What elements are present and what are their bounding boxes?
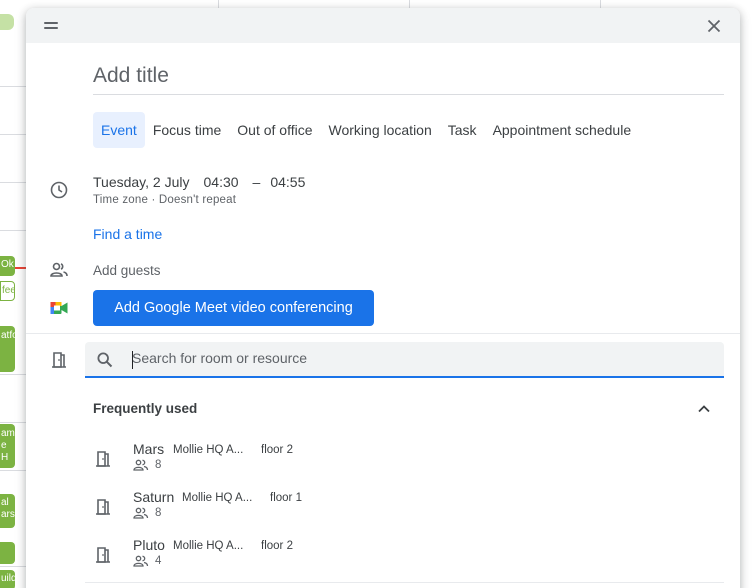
room-building: Mollie HQ A...: [173, 540, 244, 552]
divider: [26, 333, 740, 334]
tab-out-of-office[interactable]: Out of office: [229, 112, 320, 148]
room-item-saturn[interactable]: Saturn Mollie HQ A... floor 1 8: [85, 487, 724, 533]
people-icon: [133, 555, 149, 567]
room-floor: floor 1: [270, 492, 302, 504]
tab-event[interactable]: Event: [93, 112, 145, 148]
calendar-event[interactable]: atfo: [0, 326, 15, 372]
room-door-icon: [96, 451, 110, 467]
calendar-event[interactable]: am e H: [0, 424, 15, 468]
add-guests-input[interactable]: Add guests: [93, 263, 161, 278]
room-capacity: 4: [133, 555, 161, 567]
google-meet-icon: [50, 302, 68, 314]
date-time-row: Tuesday, 2 July 04:30–04:55: [93, 174, 319, 190]
frequently-used-heading: Frequently used: [93, 401, 198, 416]
grid-line: [0, 134, 26, 135]
tab-working-location[interactable]: Working location: [321, 112, 440, 148]
calendar-event[interactable]: Ok: [0, 256, 15, 276]
search-icon: [97, 352, 113, 368]
room-floor: floor 2: [261, 540, 293, 552]
room-item-mars[interactable]: Mars Mollie HQ A... floor 2 8: [85, 439, 724, 485]
room-building: Mollie HQ A...: [173, 444, 244, 456]
clock-icon: [50, 181, 68, 199]
calendar-event[interactable]: fee: [0, 281, 15, 301]
add-google-meet-button[interactable]: Add Google Meet video conferencing: [93, 290, 374, 326]
room-name: Saturn: [133, 489, 175, 505]
repeat-dropdown[interactable]: Doesn't repeat: [159, 194, 236, 206]
timezone-link[interactable]: Time zone: [93, 194, 148, 206]
calendar-event[interactable]: [0, 14, 14, 30]
find-a-time-link[interactable]: Find a time: [93, 226, 162, 242]
event-dialog: Event Focus time Out of office Working l…: [26, 8, 740, 588]
room-door-icon: [96, 499, 110, 515]
people-icon: [133, 459, 149, 471]
close-button[interactable]: [702, 14, 726, 38]
chevron-up-icon[interactable]: [694, 399, 714, 419]
grid-line: [0, 86, 26, 87]
time-separator: –: [252, 174, 261, 190]
grid-line: [0, 374, 26, 375]
divider: [85, 582, 724, 583]
event-type-tabs: Event Focus time Out of office Working l…: [93, 112, 639, 148]
room-building: Mollie HQ A...: [182, 492, 253, 504]
people-icon: [133, 507, 149, 519]
start-time[interactable]: 04:30: [204, 174, 239, 190]
grid-line: [0, 182, 26, 183]
room-item-pluto[interactable]: Pluto Mollie HQ A... floor 2 4: [85, 535, 724, 581]
calendar-event[interactable]: uild: [0, 570, 15, 588]
tab-focus-time[interactable]: Focus time: [145, 112, 229, 148]
room-name: Pluto: [133, 537, 165, 553]
separator-dot: ·: [151, 194, 156, 206]
capacity-count: 8: [155, 459, 162, 471]
calendar-event[interactable]: [0, 542, 15, 564]
room-door-icon: [52, 352, 66, 368]
capacity-count: 8: [155, 507, 162, 519]
calendar-event[interactable]: al ars: [0, 494, 15, 528]
people-icon: [50, 262, 68, 277]
capacity-count: 4: [155, 555, 162, 567]
grid-line: [0, 422, 26, 423]
room-search-input[interactable]: [132, 350, 692, 366]
end-time[interactable]: 04:55: [270, 174, 305, 190]
room-floor: floor 2: [261, 444, 293, 456]
room-search-field[interactable]: [85, 342, 724, 378]
drag-handle-icon[interactable]: [44, 22, 58, 29]
room-door-icon: [96, 547, 110, 563]
grid-line: [0, 230, 26, 231]
dialog-header: [26, 8, 740, 43]
grid-line: [0, 566, 26, 567]
tab-task[interactable]: Task: [440, 112, 485, 148]
date-picker[interactable]: Tuesday, 2 July: [93, 174, 190, 190]
room-capacity: 8: [133, 459, 161, 471]
tab-appointment-schedule[interactable]: Appointment schedule: [485, 112, 640, 148]
room-capacity: 8: [133, 507, 161, 519]
room-name: Mars: [133, 441, 165, 457]
timezone-repeat-row: Time zone · Doesn't repeat: [93, 194, 236, 206]
close-icon: [707, 19, 721, 33]
title-input[interactable]: [93, 63, 724, 95]
grid-line: [0, 470, 26, 471]
text-cursor: [132, 351, 133, 369]
